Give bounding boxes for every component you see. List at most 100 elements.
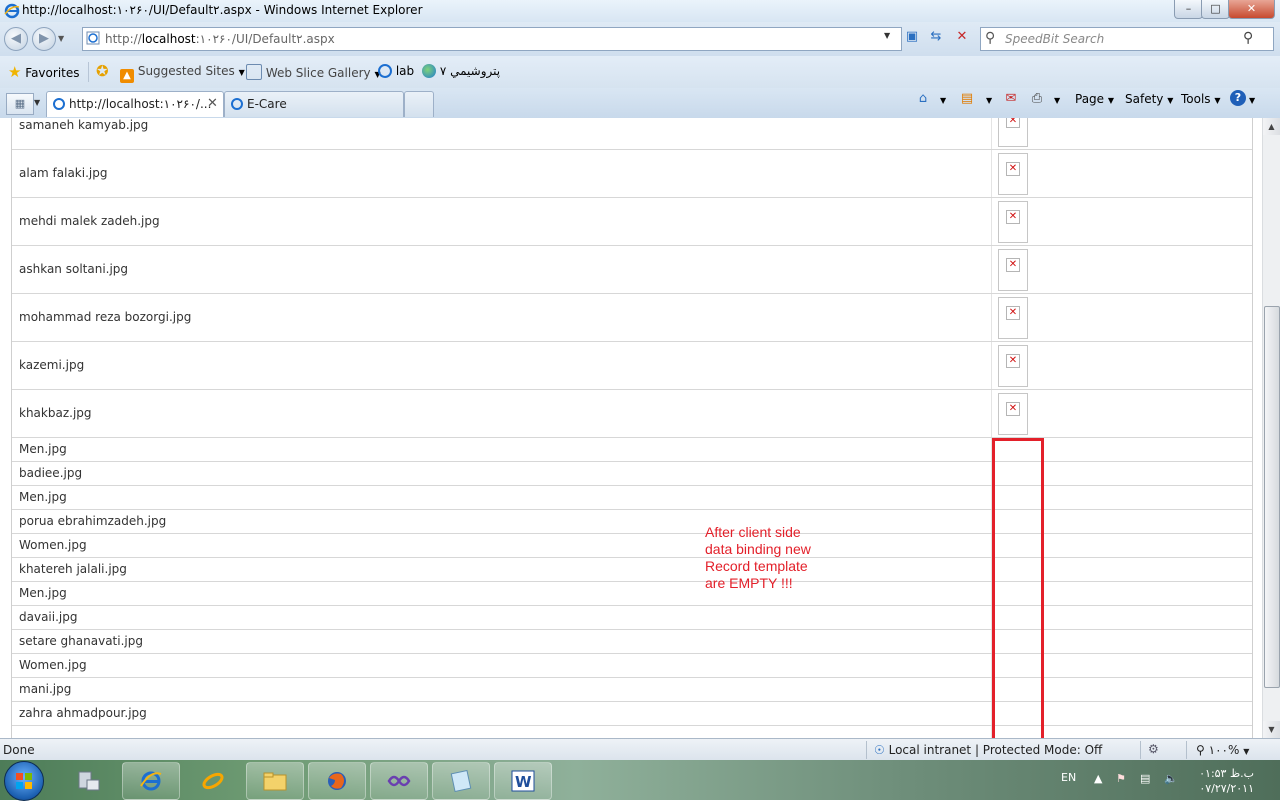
recent-pages-dropdown-icon[interactable]: ▼ — [58, 34, 64, 43]
record-file-name: Women.jpg — [19, 658, 87, 672]
record-image-placeholder: ✕ — [998, 153, 1028, 195]
stop-icon[interactable]: ✕ — [952, 27, 972, 47]
taskbar-app-internet-explorer[interactable] — [122, 762, 180, 800]
window-title-bar: http://localhost:۱۰۲۶۰/UI/Default۲.aspx … — [0, 0, 1280, 22]
zoom-level[interactable]: ⚲ ۱۰۰% ▼ — [1196, 743, 1249, 757]
broken-image-icon: ✕ — [1006, 306, 1020, 320]
quick-tabs-button[interactable]: ▦ — [6, 93, 34, 115]
home-icon[interactable]: ⌂ — [914, 90, 932, 108]
help-dropdown-icon[interactable]: ▼ — [1249, 96, 1255, 105]
status-bar: Done ☉ Local intranet | Protected Mode: … — [0, 738, 1280, 761]
tab-e-care[interactable]: E-Care — [224, 91, 404, 117]
taskbar-app-visual-studio[interactable] — [370, 762, 428, 800]
empty-record-row: badiee.jpg — [12, 462, 1252, 486]
print-dropdown-icon[interactable]: ▼ — [1054, 96, 1060, 105]
record-row: khakbaz.jpg ✕ — [12, 390, 1252, 438]
input-language[interactable]: EN — [1061, 771, 1076, 784]
record-row: ashkan soltani.jpg ✕ — [12, 246, 1252, 294]
quick-tabs-icon: ▦ — [14, 97, 26, 110]
home-dropdown-icon[interactable]: ▼ — [940, 96, 946, 105]
broken-image-icon: ✕ — [1006, 354, 1020, 368]
clock[interactable]: ۰۱:۵۳ ب.ظ ۰۷/۲۷/۲۰۱۱ — [1196, 766, 1254, 796]
refresh-icon[interactable]: ⇆ — [926, 27, 946, 47]
status-text: Done — [3, 743, 35, 757]
address-toolbar: ◀ ▶ ▼ http://localhost:۱۰۲۶۰/UI/Default۲… — [0, 22, 1280, 56]
start-button[interactable] — [4, 761, 44, 801]
folder-icon — [263, 772, 287, 791]
ie-page-icon — [231, 98, 243, 110]
protected-mode-icon[interactable]: ⚙ — [1148, 742, 1159, 756]
back-arrow-icon: ◀ — [11, 31, 21, 46]
web-slice-gallery-link[interactable]: Web Slice Gallery ▼ — [246, 64, 381, 80]
feeds-dropdown-icon[interactable]: ▼ — [986, 96, 992, 105]
show-hidden-icons-icon[interactable]: ▲ — [1094, 772, 1102, 785]
record-file-name: Men.jpg — [19, 586, 67, 600]
add-to-favorites-bar-button[interactable]: ✪ — [96, 62, 109, 80]
taskbar-app-file-explorer[interactable] — [246, 762, 304, 800]
safety-menu[interactable]: Safety ▼ — [1125, 92, 1173, 106]
taskbar-app-system[interactable] — [60, 762, 118, 800]
page-menu[interactable]: Page ▼ — [1075, 92, 1114, 106]
firefox-icon — [328, 772, 346, 790]
feeds-icon[interactable]: ▤ — [958, 90, 976, 108]
record-row: alam falaki.jpg ✕ — [12, 150, 1252, 198]
security-zone[interactable]: ☉ Local intranet | Protected Mode: Off — [874, 743, 1102, 757]
tab-localhost[interactable]: http://localhost:۱۰۲۶۰/... ✕ — [46, 91, 224, 117]
record-row: mohammad reza bozorgi.jpg ✕ — [12, 294, 1252, 342]
page-icon — [86, 31, 100, 45]
minimize-button[interactable]: – — [1174, 0, 1203, 19]
volume-icon[interactable]: 🔈 — [1164, 772, 1178, 785]
tools-menu[interactable]: Tools ▼ — [1181, 92, 1221, 106]
add-favorite-icon: ✪ — [96, 62, 109, 80]
vertical-scrollbar[interactable]: ▲ ▼ — [1262, 118, 1280, 738]
empty-record-row: Men.jpg — [12, 582, 1252, 606]
record-file-name: alam falaki.jpg — [19, 166, 108, 180]
column-divider — [991, 118, 992, 149]
record-file-name: khakbaz.jpg — [19, 406, 92, 420]
close-button[interactable]: ✕ — [1228, 0, 1275, 19]
empty-record-row: Men.jpg — [12, 438, 1252, 462]
status-separator — [1186, 741, 1187, 759]
taskbar-app-firefox[interactable] — [308, 762, 366, 800]
forward-button[interactable]: ▶ — [32, 27, 56, 51]
tab-list-dropdown-icon[interactable]: ▼ — [34, 98, 40, 107]
search-provider-icon: ⚲ — [985, 30, 996, 46]
suggested-sites-link[interactable]: ▲ Suggested Sites ▼ — [120, 64, 245, 83]
scroll-down-icon[interactable]: ▼ — [1263, 721, 1280, 738]
column-divider — [991, 198, 992, 245]
print-icon[interactable]: ⎙ — [1028, 90, 1046, 108]
compatibility-view-icon[interactable]: ▣ — [902, 27, 922, 47]
record-file-name: samaneh kamyab.jpg — [19, 118, 149, 132]
computer-icon — [78, 771, 100, 791]
favorites-bar: ★ Favorites ✪ ▲ Suggested Sites ▼ Web Sl… — [0, 56, 1280, 89]
taskbar-app-notes[interactable] — [432, 762, 490, 800]
record-image-placeholder: ✕ — [998, 201, 1028, 243]
empty-template-highlight — [992, 438, 1044, 742]
back-button[interactable]: ◀ — [4, 27, 28, 51]
help-icon[interactable]: ? — [1230, 90, 1246, 106]
favorites-button[interactable]: ★ Favorites — [8, 63, 80, 81]
close-tab-icon[interactable]: ✕ — [207, 96, 218, 111]
forward-arrow-icon: ▶ — [39, 31, 49, 46]
scroll-up-icon[interactable]: ▲ — [1263, 118, 1280, 135]
scroll-thumb[interactable] — [1264, 306, 1280, 688]
taskbar-app-download-manager[interactable] — [184, 762, 242, 800]
lab-link[interactable]: lab — [378, 64, 414, 78]
address-input[interactable]: http://localhost:۱۰۲۶۰/UI/Default۲.aspx — [82, 27, 902, 51]
download-accelerator-icon — [202, 772, 224, 790]
search-go-icon[interactable]: ⚲ — [1243, 30, 1253, 46]
maximize-button[interactable]: □ — [1201, 0, 1230, 19]
empty-record-row: Women.jpg — [12, 534, 1252, 558]
search-input[interactable]: ⚲ SpeedBit Search ⚲ — [980, 27, 1274, 51]
favorites-separator — [88, 62, 89, 82]
address-dropdown-icon[interactable]: ▼ — [884, 31, 890, 40]
petrochemical-link[interactable]: پتروشيمي ۷ — [422, 64, 500, 78]
action-center-icon[interactable]: ⚑ — [1116, 772, 1126, 785]
suggested-sites-icon: ▲ — [120, 69, 134, 83]
broken-image-icon: ✕ — [1006, 162, 1020, 176]
taskbar-app-word[interactable]: W — [494, 762, 552, 800]
page-content: samaneh kamyab.jpg ✕ alam falaki.jpg ✕ mehdi… — [0, 118, 1262, 738]
network-icon[interactable]: ▤ — [1140, 772, 1150, 785]
mail-icon[interactable]: ✉ — [1002, 90, 1020, 108]
new-tab-button[interactable] — [404, 91, 434, 117]
